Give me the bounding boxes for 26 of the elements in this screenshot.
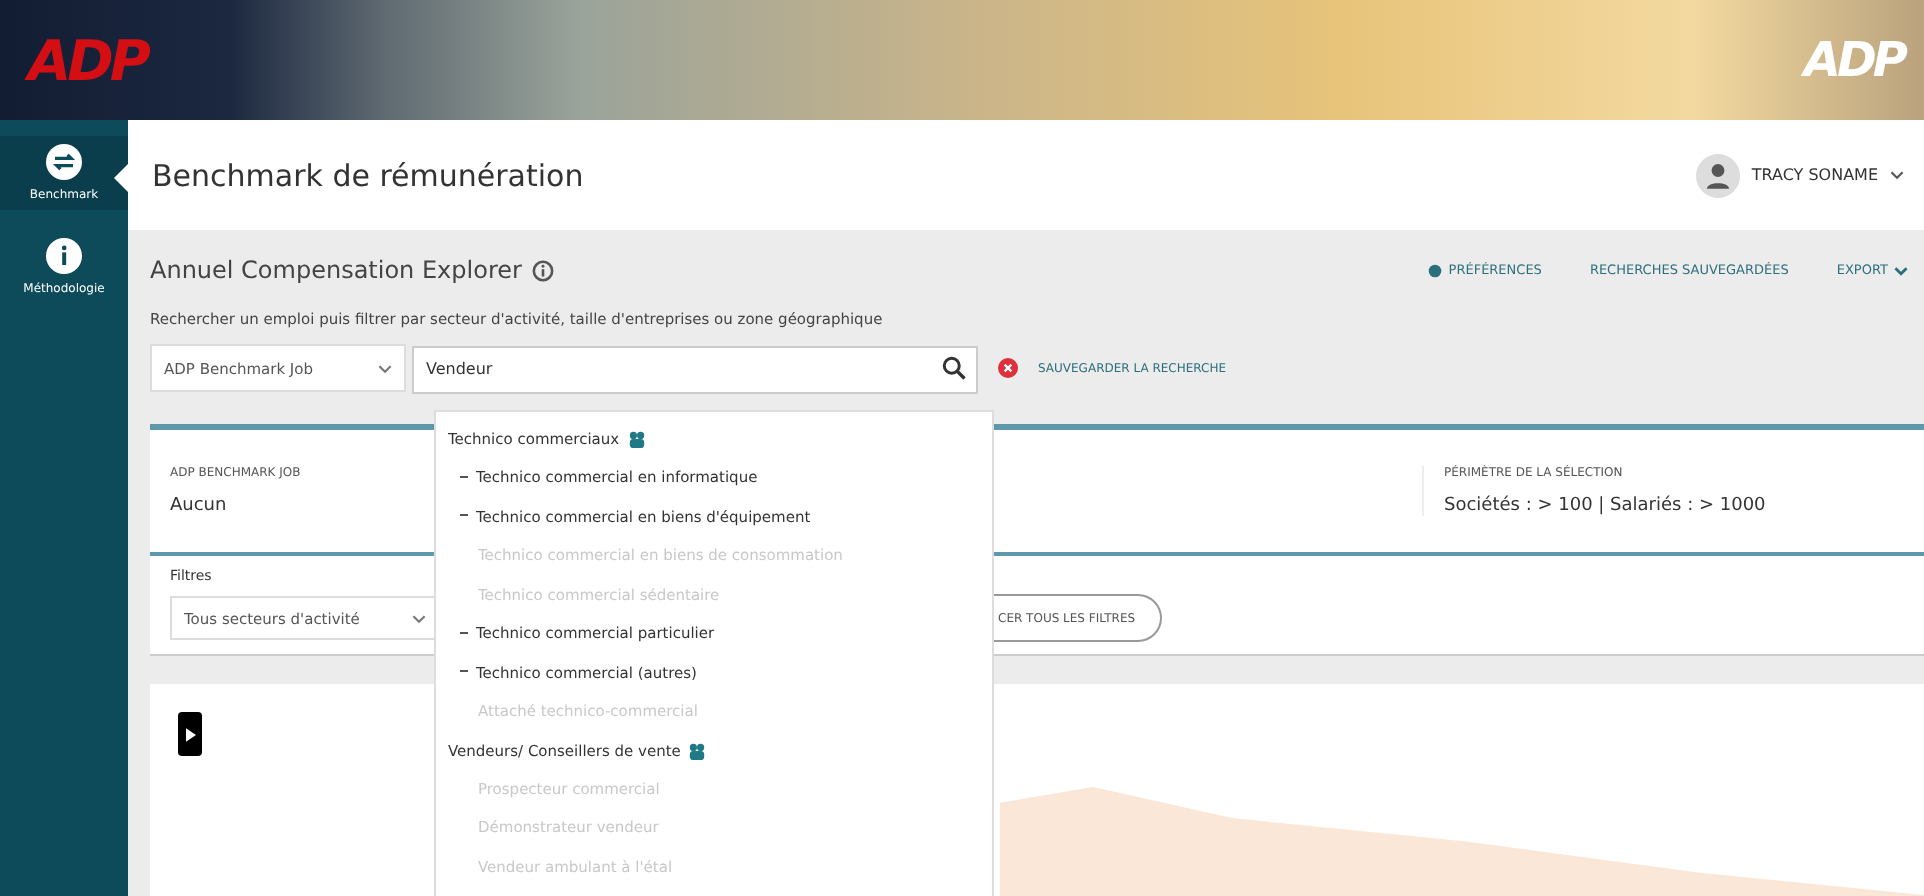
chevron-down-icon [412,613,426,623]
search-field[interactable]: Vendeur [412,345,978,393]
play-icon [185,727,195,741]
dash-icon [460,631,468,636]
people-icon [627,430,646,448]
chevron-down-icon[interactable] [1890,170,1904,180]
dash-icon [460,514,468,519]
play-button[interactable] [178,712,202,756]
dash-icon [460,670,468,675]
info-icon [46,238,82,274]
info-icon[interactable] [531,259,554,281]
explorer-title: Annuel Compensation Explorer [150,256,522,284]
field-value: Sociétés : > 100 | Salariés : > 1000 [1444,496,1768,516]
search-icon [942,356,966,380]
caret-icon [1894,265,1908,275]
close-icon[interactable] [998,358,1018,378]
swap-icon [46,144,82,180]
people-icon [688,741,707,759]
logo: ADP [1803,32,1904,88]
avatar-icon [1695,153,1740,197]
page-title: Benchmark de rémunération [152,157,584,193]
user-menu[interactable]: TRACY SONAME [1751,166,1878,184]
chevron-down-icon [378,363,392,373]
field-value: Aucun [170,496,229,516]
dash-icon [460,475,468,480]
logo: ADP [28,27,147,93]
